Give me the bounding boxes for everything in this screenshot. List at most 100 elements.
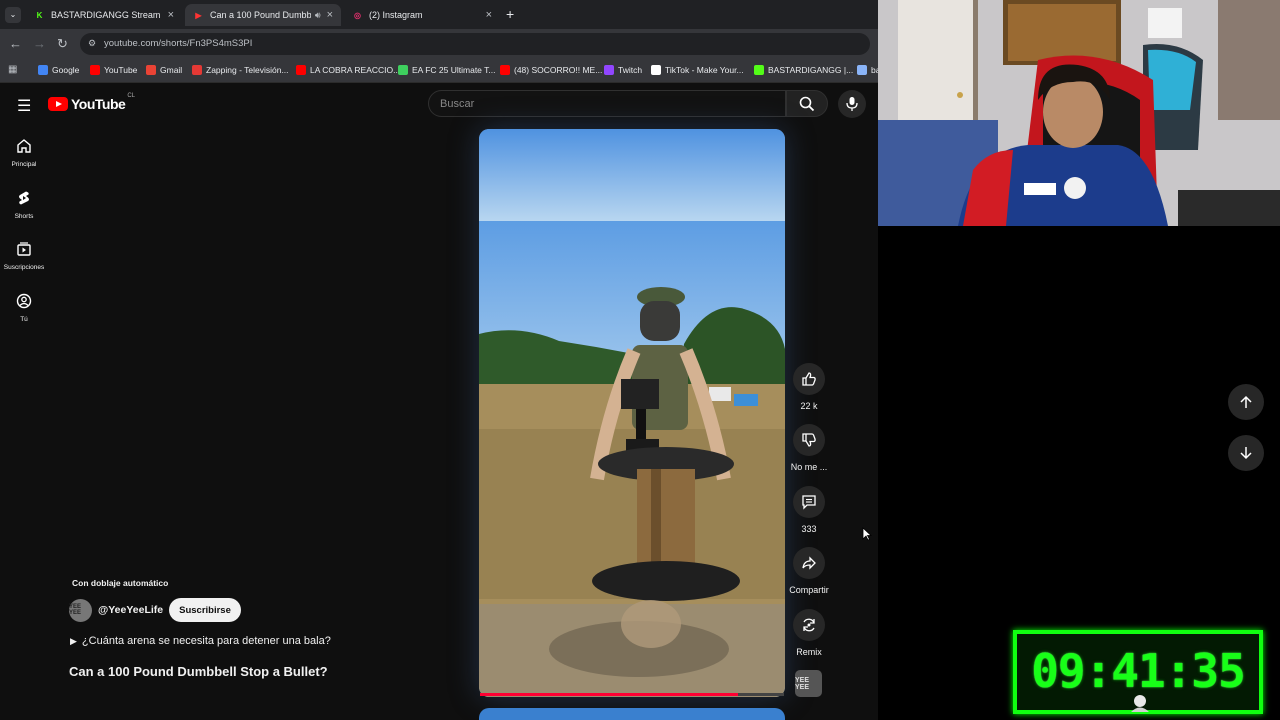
- back-icon[interactable]: ←: [9, 36, 22, 51]
- shorts-icon: [19, 191, 29, 205]
- search-icon: [799, 96, 815, 112]
- bookmark-favicon-icon: [296, 65, 306, 75]
- video-title[interactable]: Can a 100 Pound Dumbbell Stop a Bullet?: [69, 664, 328, 679]
- bookmark-item[interactable]: EA FC 25 Ultimate T...: [398, 65, 495, 75]
- bookmark-favicon-icon: [651, 65, 661, 75]
- apps-icon[interactable]: ▦: [8, 64, 17, 75]
- bookmark-item[interactable]: Zapping - Televisión...: [192, 65, 289, 75]
- speaker-icon[interactable]: 🔊︎: [315, 10, 321, 21]
- tab-strip: ⌄ K BASTARDIGANGG Stream - Wa × ▶ Can a …: [0, 0, 878, 29]
- tab-bastardigangg[interactable]: K BASTARDIGANGG Stream - Wa ×: [26, 4, 182, 26]
- bookmark-item[interactable]: ba: [857, 65, 878, 75]
- share-icon: [802, 556, 816, 570]
- search-button[interactable]: [786, 90, 828, 117]
- bookmark-favicon-icon: [754, 65, 764, 75]
- youtube-logo[interactable]: YouTube CL: [48, 93, 135, 112]
- close-icon[interactable]: ×: [168, 9, 174, 21]
- new-tab-button[interactable]: +: [506, 6, 514, 22]
- bookmark-label: Zapping - Televisión...: [206, 65, 289, 75]
- comments-button[interactable]: 333: [787, 486, 831, 534]
- reload-icon[interactable]: ↻: [57, 36, 68, 52]
- sidebar-item-subscriptions[interactable]: Suscripciones: [0, 241, 48, 271]
- tab-title: Can a 100 Pound Dumbbell: [210, 10, 311, 20]
- youtube-play-icon: [48, 97, 68, 111]
- bookmark-label: BASTARDIGANGG |...: [768, 65, 854, 75]
- bookmark-label: TikTok - Make Your...: [665, 65, 744, 75]
- bookmark-label: YouTube: [104, 65, 138, 75]
- channel-thumbnail[interactable]: YEE YEE: [795, 670, 822, 697]
- bookmark-favicon-icon: [146, 65, 156, 75]
- dislike-button[interactable]: No me ...: [787, 424, 831, 472]
- logo-text: YouTube: [71, 96, 126, 112]
- sidebar-item-you[interactable]: Tú: [0, 293, 48, 323]
- thumbs-up-icon: [802, 372, 816, 386]
- bookmark-item[interactable]: LA COBRA REACCIO...: [296, 65, 400, 75]
- sidebar-item-label: Suscripciones: [3, 264, 45, 271]
- share-button[interactable]: Compartir: [787, 547, 831, 595]
- bookmark-favicon-icon: [398, 65, 408, 75]
- sidebar-item-label: Tú: [20, 316, 28, 323]
- bookmark-label: Gmail: [160, 65, 183, 75]
- bookmark-favicon-icon: [38, 65, 48, 75]
- bookmark-item[interactable]: BASTARDIGANGG |...: [754, 65, 853, 75]
- subscribe-button[interactable]: Suscribirse: [169, 598, 241, 622]
- youtube-icon: ▶: [195, 10, 202, 20]
- mouse-cursor-icon: [862, 527, 872, 541]
- tab-title: (2) Instagram: [369, 10, 423, 20]
- bookmark-item[interactable]: Google: [38, 65, 79, 75]
- bookmark-favicon-icon: [500, 65, 510, 75]
- like-count: 22 k: [800, 401, 818, 411]
- related-question[interactable]: ▶ ¿Cuánta arena se necesita para detener…: [70, 635, 331, 647]
- shorts-video-player[interactable]: [479, 129, 785, 697]
- remix-button[interactable]: Remix: [787, 609, 831, 657]
- question-text: ¿Cuánta arena se necesita para detener u…: [81, 635, 331, 647]
- sidebar-item-home[interactable]: Principal: [0, 138, 48, 168]
- tab-title: BASTARDIGANGG Stream - Wa: [51, 10, 162, 20]
- mic-icon: [846, 97, 858, 111]
- subscriptions-icon: [17, 242, 31, 256]
- next-short-button[interactable]: [1228, 435, 1264, 471]
- play-triangle-icon: ▶: [70, 635, 77, 646]
- search-input[interactable]: Buscar: [440, 98, 474, 110]
- region-code: CL: [127, 93, 135, 99]
- site-info-icon[interactable]: ⚙: [88, 38, 96, 49]
- tab-search-button[interactable]: ⌄: [5, 7, 21, 23]
- search-box[interactable]: Buscar: [428, 90, 786, 117]
- remix-label: Remix: [796, 647, 822, 657]
- dub-label: Con doblaje automático: [72, 578, 169, 588]
- comment-icon: [802, 495, 816, 510]
- bookmark-item[interactable]: (48) SOCORRO!! ME...: [500, 65, 602, 75]
- bookmark-label: Google: [52, 65, 80, 75]
- channel-name[interactable]: @YeeYeeLife: [98, 604, 163, 616]
- previous-short-button[interactable]: [1228, 384, 1264, 420]
- next-short-preview[interactable]: [479, 708, 785, 720]
- tab-instagram[interactable]: ◎ (2) Instagram ×: [344, 4, 500, 26]
- bookmark-item[interactable]: Gmail: [146, 65, 182, 75]
- close-icon[interactable]: ×: [327, 9, 333, 21]
- bookmark-label: Twitch: [618, 65, 643, 75]
- voice-search-button[interactable]: [838, 90, 866, 118]
- thumbs-down-icon: [802, 433, 816, 447]
- bookmark-favicon-icon: [192, 65, 202, 75]
- tab-youtube-shorts[interactable]: ▶ Can a 100 Pound Dumbbell 🔊︎ ×: [185, 4, 341, 26]
- navigation-bar: ← → ↻ ⚙ youtube.com/shorts/Fn3PS4mS3PI: [0, 29, 878, 59]
- bookmark-item[interactable]: TikTok - Make Your...: [651, 65, 744, 75]
- url-text: youtube.com/shorts/Fn3PS4mS3PI: [104, 38, 253, 49]
- sidebar-item-shorts[interactable]: Shorts: [0, 190, 48, 220]
- like-button[interactable]: 22 k: [787, 363, 831, 411]
- channel-avatar[interactable]: YEE YEE: [69, 598, 92, 622]
- bookmark-item[interactable]: YouTube: [90, 65, 137, 75]
- close-icon[interactable]: ×: [486, 9, 492, 21]
- bookmark-favicon-icon: [90, 65, 100, 75]
- webcam-image: [878, 0, 1280, 226]
- webcam-overlay: [878, 0, 1280, 226]
- youtube-page: ☰ YouTube CL Buscar Principal Shorts Sus…: [0, 84, 878, 720]
- bookmark-item[interactable]: Twitch: [604, 65, 642, 75]
- timer-text: 09:41:35: [1031, 644, 1246, 698]
- video-frame-image: [479, 129, 785, 697]
- menu-icon[interactable]: ☰: [17, 96, 31, 116]
- bookmark-label: EA FC 25 Ultimate T...: [412, 65, 496, 75]
- address-bar[interactable]: ⚙ youtube.com/shorts/Fn3PS4mS3PI: [80, 33, 870, 55]
- video-progress-bar[interactable]: [480, 693, 784, 696]
- forward-icon[interactable]: →: [33, 36, 46, 51]
